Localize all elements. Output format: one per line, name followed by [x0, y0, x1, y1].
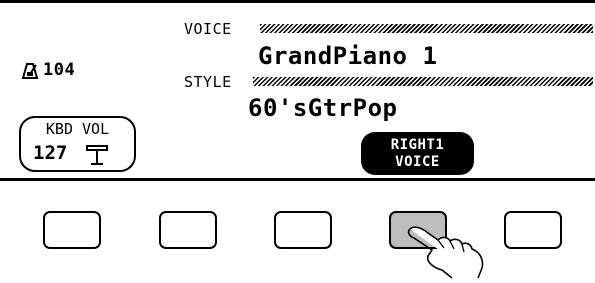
- voice-name: GrandPiano 1: [258, 42, 438, 70]
- kbd-vol-box: KBD VOL 127: [19, 116, 136, 172]
- right1-voice-line2: VOICE: [395, 153, 440, 170]
- kbd-vol-label: KBD VOL: [45, 120, 110, 138]
- right1-voice-line1: RIGHT1: [390, 137, 445, 154]
- style-name: 60'sGtrPop: [248, 94, 398, 122]
- tempo-value: 104: [43, 60, 76, 80]
- metronome-icon: [21, 62, 39, 79]
- style-divider: [253, 77, 593, 86]
- slider-icon: [86, 145, 108, 165]
- style-label: STYLE: [184, 73, 232, 91]
- lcd-display: 104 VOICE GrandPiano 1 STYLE 60'sGtrPop …: [0, 0, 595, 181]
- voice-divider: [260, 24, 593, 33]
- voice-label: VOICE: [184, 20, 232, 38]
- panel-button-3[interactable]: [274, 211, 332, 249]
- right1-voice-button[interactable]: RIGHT1 VOICE: [361, 132, 474, 175]
- tempo-indicator: 104: [21, 60, 75, 80]
- panel-button-5[interactable]: [504, 211, 562, 249]
- panel-button-2[interactable]: [159, 211, 217, 249]
- kbd-vol-value: 127: [33, 142, 68, 164]
- pointing-hand-icon: [407, 226, 484, 279]
- panel-button-1[interactable]: [43, 211, 101, 249]
